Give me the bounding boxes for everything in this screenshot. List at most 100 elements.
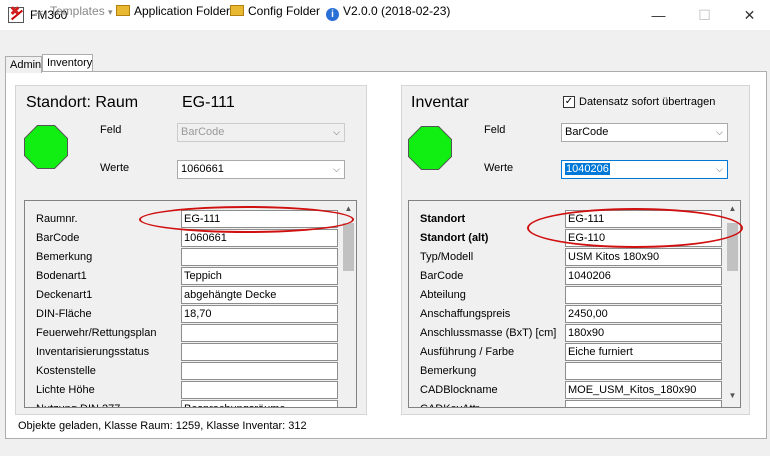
property-row: Bemerkung	[409, 362, 729, 381]
property-row: Bemerkung	[25, 248, 345, 267]
application-folder-button[interactable]: Application Folder	[116, 3, 230, 19]
property-row: Nutzung DIN 277 Besprechungsräume	[25, 400, 345, 407]
folder-icon	[116, 5, 130, 16]
property-row: Ausführung / Farbe Eiche furniert	[409, 343, 729, 362]
property-value-field[interactable]: abgehängte Decke	[181, 286, 338, 304]
room-value: 1060661	[181, 163, 224, 175]
property-label: Feuerwehr/Rettungsplan	[36, 327, 157, 339]
property-value-field[interactable]	[181, 362, 338, 380]
version-label: V2.0.0 (2018-02-23)	[343, 4, 451, 18]
status-octagon-icon	[409, 127, 451, 169]
transfer-immediately-checkbox[interactable]: ✓	[563, 96, 575, 108]
feld-label: Feld	[484, 124, 506, 136]
property-value-field[interactable]	[565, 400, 722, 407]
property-value-field[interactable]: Teppich	[181, 267, 338, 285]
toolbar	[0, 30, 770, 52]
property-label: Bemerkung	[36, 251, 93, 263]
feld-label: Feld	[100, 124, 122, 136]
property-label: BarCode	[420, 270, 464, 282]
config-folder-button[interactable]: Config Folder	[230, 3, 320, 19]
property-label: DIN-Fläche	[36, 308, 92, 320]
status-octagon-icon	[25, 126, 67, 168]
scroll-up-icon[interactable]: ▲	[341, 204, 356, 213]
property-label: CADBlockname	[420, 384, 498, 396]
property-label: Abteilung	[420, 289, 466, 301]
inventory-status-indicator	[408, 126, 452, 170]
property-label: Standort	[420, 213, 466, 225]
property-label: Inventarisierungsstatus	[36, 346, 150, 358]
property-row: Feuerwehr/Rettungsplan	[25, 324, 345, 343]
property-value-field[interactable]	[565, 286, 722, 304]
inventory-field-select[interactable]: BarCode ⌵	[561, 123, 728, 142]
room-field-value: BarCode	[181, 126, 225, 138]
property-label: Bemerkung	[420, 365, 477, 377]
scroll-down-icon[interactable]: ▼	[725, 391, 740, 400]
property-value-field[interactable]: 18,70	[181, 305, 338, 323]
property-row: CADKeyAttr.	[409, 400, 729, 407]
property-value-field[interactable]	[181, 381, 338, 399]
room-grid-scrollbar[interactable]: ▲	[341, 201, 356, 407]
property-value-field[interactable]	[181, 324, 338, 342]
status-bar-text: Objekte geladen, Klasse Raum: 1259, Klas…	[18, 420, 307, 432]
property-value-field[interactable]: Eiche furniert	[565, 343, 722, 361]
room-status-indicator	[24, 125, 68, 169]
room-value-select[interactable]: 1060661 ⌵	[177, 160, 345, 179]
property-label: Bodenart1	[36, 270, 87, 282]
property-value-field[interactable]: 180x90	[565, 324, 722, 342]
property-label: Anschaffungspreis	[420, 308, 511, 320]
minimize-button[interactable]: —	[636, 0, 681, 30]
property-value-field[interactable]	[565, 362, 722, 380]
property-row: Anschlussmasse (BxT) [cm] 180x90	[409, 324, 729, 343]
property-row: Kostenstelle	[25, 362, 345, 381]
inventory-field-value: BarCode	[565, 126, 609, 138]
property-row: Inventarisierungsstatus	[25, 343, 345, 362]
close-button[interactable]: ✕	[727, 0, 770, 30]
tab-admin[interactable]: Admin	[5, 56, 42, 73]
property-label: Deckenart1	[36, 289, 93, 301]
inventory-value-select[interactable]: 1040206 ⌵	[561, 160, 728, 179]
application-folder-label: Application Folder	[134, 4, 231, 18]
property-row: BarCode 1040206	[409, 267, 729, 286]
property-row: Lichte Höhe	[25, 381, 345, 400]
delete-button[interactable]: ✖	[10, 3, 20, 19]
property-label: BarCode	[36, 232, 80, 244]
property-value-field[interactable]: 1040206	[565, 267, 722, 285]
room-field-select[interactable]: BarCode ⌵	[177, 123, 345, 142]
highlight-ellipse	[139, 206, 354, 233]
property-value-field[interactable]: Besprechungsräume	[181, 400, 338, 407]
inventory-panel-heading: Inventar	[411, 94, 469, 111]
property-row: Bodenart1 Teppich	[25, 267, 345, 286]
templates-button[interactable]: ✂ Templates ▾	[32, 3, 113, 20]
version-info-button[interactable]: i V2.0.0 (2018-02-23)	[326, 3, 451, 21]
room-panel-heading: Standort: Raum	[26, 94, 139, 111]
property-value-field[interactable]: USM Kitos 180x90	[565, 248, 722, 266]
property-row: Anschaffungspreis 2450,00	[409, 305, 729, 324]
highlight-ellipse	[527, 208, 743, 248]
property-label: Raumnr.	[36, 213, 78, 225]
property-row: Typ/Modell USM Kitos 180x90	[409, 248, 729, 267]
property-row: Deckenart1 abgehängte Decke	[25, 286, 345, 305]
property-label: Nutzung DIN 277	[36, 403, 120, 407]
scroll-up-icon[interactable]: ▲	[725, 204, 740, 213]
property-value-field[interactable]	[181, 248, 338, 266]
chevron-down-icon: ▾	[108, 7, 113, 17]
property-value-field[interactable]: 2450,00	[565, 305, 722, 323]
tab-inventory[interactable]: Inventory	[42, 54, 93, 71]
templates-icon: ✂	[33, 6, 45, 20]
property-row: BarCode 1060661	[25, 229, 345, 248]
property-label: Anschlussmasse (BxT) [cm]	[420, 327, 557, 339]
property-label: Typ/Modell	[420, 251, 474, 263]
property-row: Abteilung	[409, 286, 729, 305]
chevron-down-icon: ⌵	[716, 164, 723, 174]
property-label: Standort (alt)	[420, 232, 489, 244]
chevron-down-icon: ⌵	[333, 127, 340, 137]
folder-icon	[230, 5, 244, 16]
property-value-field[interactable]	[181, 343, 338, 361]
werte-label: Werte	[484, 162, 514, 174]
scroll-thumb[interactable]	[343, 223, 354, 271]
maximize-button[interactable]: ☐	[682, 0, 727, 30]
property-value-field[interactable]: MOE_USM_Kitos_180x90	[565, 381, 722, 399]
property-label: Ausführung / Farbe	[420, 346, 515, 358]
property-label: Kostenstelle	[36, 365, 96, 377]
config-folder-label: Config Folder	[248, 4, 321, 18]
